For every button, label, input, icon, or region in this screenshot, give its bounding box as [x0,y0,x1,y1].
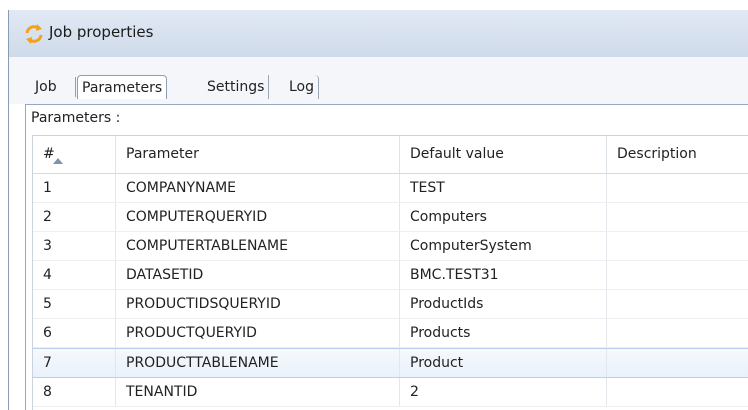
row-number: 1 [33,174,116,202]
tab-divider [75,77,76,97]
parameter-name[interactable]: COMPUTERQUERYID [116,203,400,231]
parameter-name[interactable]: COMPUTERTABLENAME [116,232,400,260]
description[interactable] [607,261,748,289]
description[interactable] [607,232,748,260]
parameters-panel: Parameters : # Parameter Default value D… [25,104,748,410]
job-properties-window: Job properties Job Parameters Settings L… [8,10,748,410]
parameter-name[interactable]: COMPANYNAME [116,174,400,202]
default-value[interactable]: Products [400,319,607,347]
parameter-name[interactable]: PRODUCTTABLENAME [116,349,400,377]
row-number: 6 [33,319,116,347]
refresh-arrows-icon [23,23,45,45]
default-value[interactable]: ComputerSystem [400,232,607,260]
tab-parameters[interactable]: Parameters [77,75,168,99]
sort-ascending-icon [53,142,63,164]
table-row[interactable]: 6 PRODUCTQUERYID Products [33,319,748,348]
parameter-name[interactable]: PRODUCTQUERYID [116,319,400,347]
default-value[interactable]: 2 [400,378,607,406]
default-value[interactable]: Computers [400,203,607,231]
table-row-selected[interactable]: 7 PRODUCTTABLENAME Product [33,348,748,378]
column-header-description[interactable]: Description [607,136,748,173]
table-row[interactable]: 5 PRODUCTIDSQUERYID ProductIds [33,290,748,319]
table-header: # Parameter Default value Description [33,136,748,174]
tab-bar: Job Parameters Settings Log [9,57,748,104]
column-header-default-value[interactable]: Default value [400,136,607,173]
column-header-number[interactable]: # [33,136,116,173]
tab-settings[interactable]: Settings [203,75,270,99]
parameter-name[interactable]: PRODUCTIDSQUERYID [116,290,400,318]
description[interactable] [607,174,748,202]
parameter-name[interactable]: TENANTID [116,378,400,406]
column-header-parameter[interactable]: Parameter [116,136,400,173]
parameters-section-label: Parameters : [31,110,121,126]
description[interactable] [607,349,748,377]
default-value[interactable]: Product [400,349,607,377]
description[interactable] [607,203,748,231]
window-title: Job properties [49,23,154,41]
table-row[interactable]: 1 COMPANYNAME TEST [33,174,748,203]
table-row[interactable]: 8 TENANTID 2 [33,378,748,407]
default-value[interactable]: TEST [400,174,607,202]
description[interactable] [607,290,748,318]
parameters-table: # Parameter Default value Description 1 … [32,135,748,410]
row-number: 3 [33,232,116,260]
row-number: 4 [33,261,116,289]
top-strip [0,0,748,10]
row-number: 7 [33,349,116,377]
row-number: 5 [33,290,116,318]
table-row[interactable]: 2 COMPUTERQUERYID Computers [33,203,748,232]
parameter-name[interactable]: DATASETID [116,261,400,289]
tab-job[interactable]: Job [31,75,61,99]
description[interactable] [607,378,748,406]
default-value[interactable]: ProductIds [400,290,607,318]
row-number: 8 [33,378,116,406]
default-value[interactable]: BMC.TEST31 [400,261,607,289]
row-number: 2 [33,203,116,231]
table-row[interactable]: 3 COMPUTERTABLENAME ComputerSystem [33,232,748,261]
table-row[interactable]: 4 DATASETID BMC.TEST31 [33,261,748,290]
tab-log[interactable]: Log [285,75,320,99]
description[interactable] [607,319,748,347]
title-bar: Job properties [9,10,748,58]
